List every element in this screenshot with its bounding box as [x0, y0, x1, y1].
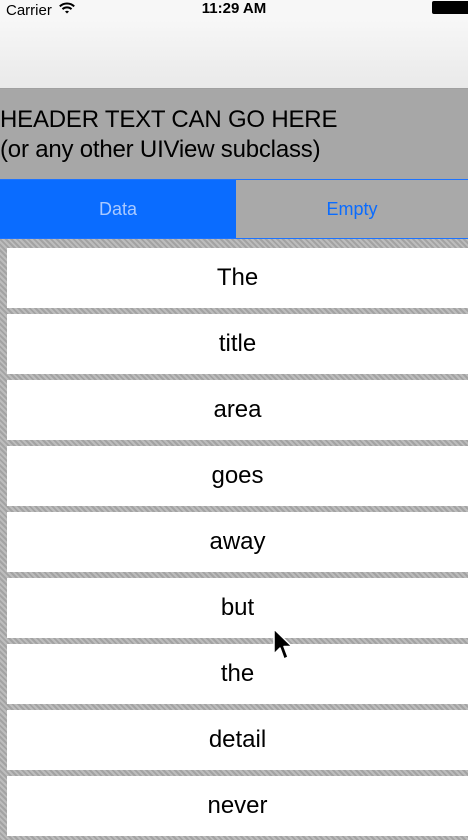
navigation-bar [0, 20, 468, 88]
table-row[interactable]: away [7, 512, 468, 572]
table-row[interactable]: The [7, 248, 468, 308]
table-row[interactable]: but [7, 578, 468, 638]
status-bar: Carrier 11:29 AM [0, 0, 468, 20]
header-text-line1: HEADER TEXT CAN GO HERE [0, 106, 338, 133]
table-header: HEADER TEXT CAN GO HERE (or any other UI… [0, 89, 468, 179]
table-row[interactable]: never [7, 776, 468, 836]
mouse-cursor-icon [272, 627, 294, 663]
table-row[interactable]: the [7, 644, 468, 704]
header-text-line2: (or any other UIView subclass) [0, 136, 321, 163]
status-time: 11:29 AM [201, 0, 267, 17]
battery-icon [432, 1, 468, 14]
table-row[interactable]: detail [7, 710, 468, 770]
table-view[interactable]: The title area goes away but the detail … [0, 239, 468, 840]
table-row[interactable]: area [7, 380, 468, 440]
table-row[interactable]: title [7, 314, 468, 374]
segmented-control: Data Empty [0, 179, 468, 239]
segment-empty[interactable]: Empty [236, 180, 468, 238]
table-row[interactable]: goes [7, 446, 468, 506]
segment-data[interactable]: Data [0, 180, 236, 238]
